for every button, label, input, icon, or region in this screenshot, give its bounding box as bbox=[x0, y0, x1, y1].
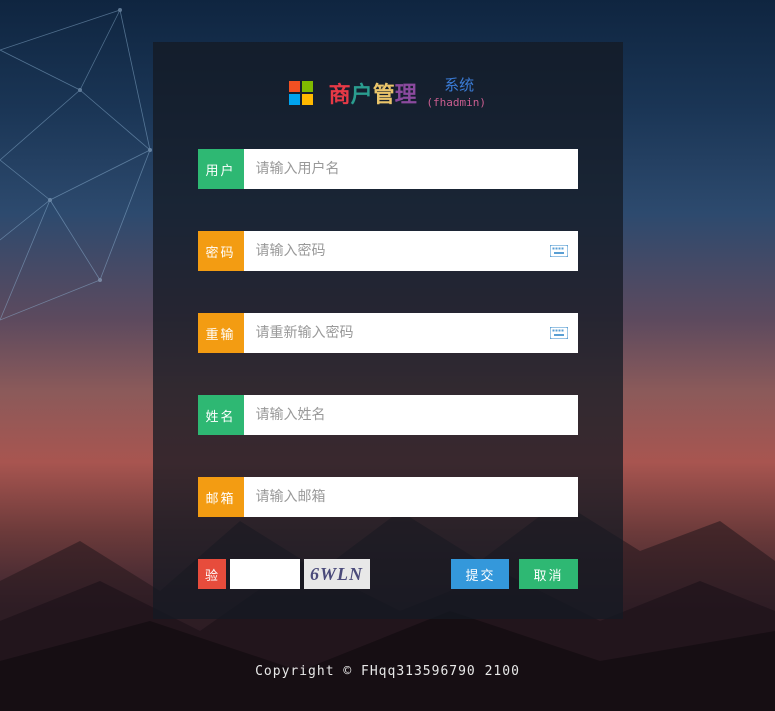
logo-area: 商户管理 系统 (fhadmin) bbox=[198, 77, 578, 109]
submit-button[interactable]: 提交 bbox=[451, 559, 509, 589]
cancel-button[interactable]: 取消 bbox=[519, 559, 577, 589]
footer-copyright: Copyright © FHqq313596790 2100 bbox=[0, 664, 775, 679]
keyboard-icon[interactable] bbox=[550, 324, 578, 343]
logo-title: 商户管理 bbox=[329, 77, 417, 109]
captcha-label: 验 bbox=[198, 559, 226, 589]
email-row: 邮箱 bbox=[198, 477, 578, 517]
username-input[interactable] bbox=[244, 149, 578, 189]
username-row: 用户 bbox=[198, 149, 578, 189]
repassword-row: 重输 bbox=[198, 313, 578, 353]
bottom-row: 验 6WLN 提交 取消 bbox=[198, 559, 578, 589]
password-input[interactable] bbox=[244, 243, 550, 259]
logo-subtitle: (fhadmin) bbox=[426, 96, 486, 109]
logo-icon bbox=[289, 81, 313, 105]
repassword-input[interactable] bbox=[244, 325, 550, 341]
logo-system-text: 系统 bbox=[444, 74, 474, 95]
realname-row: 姓名 bbox=[198, 395, 578, 435]
password-label: 密码 bbox=[198, 231, 244, 271]
realname-input[interactable] bbox=[244, 395, 578, 435]
email-input[interactable] bbox=[244, 477, 578, 517]
captcha-input[interactable] bbox=[230, 559, 300, 589]
password-row: 密码 bbox=[198, 231, 578, 271]
email-label: 邮箱 bbox=[198, 477, 244, 517]
login-panel: 商户管理 系统 (fhadmin) 用户 密码 重输 姓名 bbox=[153, 42, 623, 619]
repassword-label: 重输 bbox=[198, 313, 244, 353]
realname-label: 姓名 bbox=[198, 395, 244, 435]
captcha-image[interactable]: 6WLN bbox=[304, 559, 370, 589]
username-label: 用户 bbox=[198, 149, 244, 189]
keyboard-icon[interactable] bbox=[550, 242, 578, 261]
